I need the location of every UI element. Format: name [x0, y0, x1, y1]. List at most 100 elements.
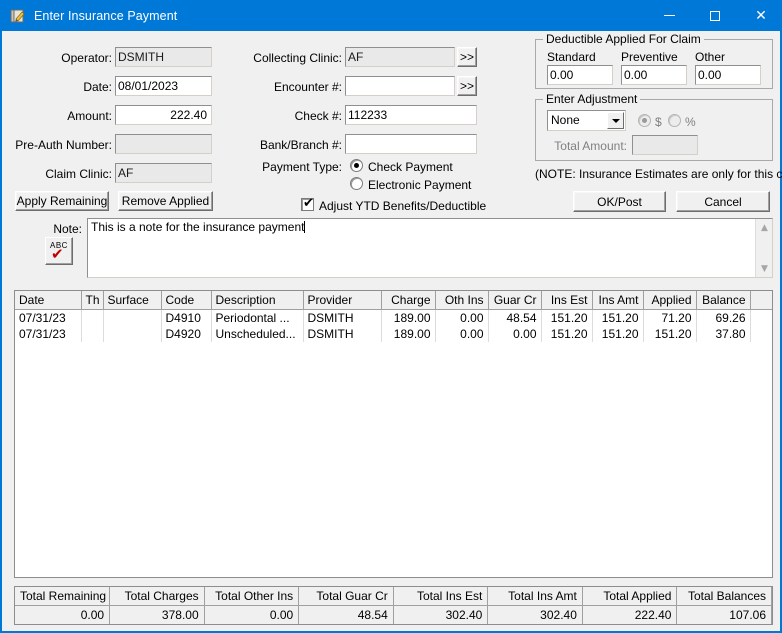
grid-cell-charge[interactable]: 189.00 — [381, 326, 435, 342]
remove-applied-button[interactable]: Remove Applied — [118, 191, 213, 211]
grid-header-th[interactable]: Th — [81, 291, 103, 310]
bank-branch-label: Bank/Branch #: — [232, 138, 342, 152]
table-row[interactable]: 07/31/23D4920Unscheduled...DSMITH189.000… — [15, 326, 773, 342]
amount-label: Amount: — [22, 109, 112, 123]
minimize-icon[interactable] — [646, 0, 692, 31]
chevron-down-icon[interactable] — [607, 112, 624, 129]
claim-procedures-grid[interactable]: DateThSurfaceCodeDescriptionProviderChar… — [14, 290, 773, 578]
grid-header-oth_ins[interactable]: Oth Ins — [435, 291, 488, 310]
grid-cell-guar_cr[interactable]: 0.00 — [488, 326, 541, 342]
grid-cell-balance[interactable]: 37.80 — [696, 326, 750, 342]
grid-cell-ins_amt[interactable]: 151.20 — [592, 326, 643, 342]
grid-header-applied[interactable]: Applied — [643, 291, 696, 310]
grid-cell-th[interactable] — [81, 310, 103, 327]
grid-cell-oth_ins[interactable]: 0.00 — [435, 326, 488, 342]
totals-bar: Total RemainingTotal ChargesTotal Other … — [14, 586, 773, 625]
grid-cell-applied[interactable]: 151.20 — [643, 326, 696, 342]
totals-header: Total Ins Est — [393, 587, 488, 606]
encounter-field[interactable] — [345, 76, 455, 96]
encounter-browse-button[interactable]: >> — [457, 76, 477, 96]
deductible-standard-field[interactable]: 0.00 — [547, 65, 613, 85]
scroll-down-icon[interactable]: ▼ — [756, 260, 773, 277]
grid-header-code[interactable]: Code — [161, 291, 211, 310]
totals-header: Total Other Ins — [204, 587, 299, 606]
bank-branch-field[interactable] — [345, 134, 477, 154]
radio-electronic-payment-label[interactable]: Electronic Payment — [368, 178, 471, 192]
scroll-up-icon[interactable]: ▲ — [756, 219, 773, 236]
apply-remaining-button[interactable]: Apply Remaining — [15, 191, 109, 211]
notepad-pencil-icon — [10, 8, 26, 24]
grid-header-balance[interactable]: Balance — [696, 291, 750, 310]
grid-header-description[interactable]: Description — [211, 291, 303, 310]
adjustment-type-value: None — [551, 113, 580, 127]
grid-cell-code[interactable]: D4920 — [161, 326, 211, 342]
radio-electronic-payment[interactable] — [350, 177, 363, 190]
cancel-button[interactable]: Cancel — [676, 191, 770, 212]
grid-cell-ins_est[interactable]: 151.20 — [541, 310, 592, 327]
adjustment-total-amount-field — [632, 135, 698, 155]
grid-header-ins_est[interactable]: Ins Est — [541, 291, 592, 310]
grid-cell-balance[interactable]: 69.26 — [696, 310, 750, 327]
totals-value: 48.54 — [299, 606, 394, 625]
table-row[interactable]: 07/31/23 D4910Periodontal ...DSMITH189.00… — [15, 310, 773, 327]
check-number-field[interactable]: 112233 — [345, 105, 477, 125]
totals-header: Total Ins Amt — [488, 587, 583, 606]
grid-header-surface[interactable]: Surface — [103, 291, 161, 310]
grid-cell-applied[interactable]: 71.20 — [643, 310, 696, 327]
maximize-icon[interactable] — [692, 0, 738, 31]
grid-cell-ins_est[interactable]: 151.20 — [541, 326, 592, 342]
deductible-standard-label: Standard — [547, 50, 596, 64]
check-mark-icon: ✔ — [51, 247, 64, 262]
totals-head: Total RemainingTotal ChargesTotal Other … — [15, 587, 772, 606]
grid-cell-th[interactable] — [81, 326, 103, 342]
grid-cell-date[interactable]: 07/31/23 — [15, 326, 81, 342]
adjustment-type-select[interactable]: None — [547, 110, 626, 131]
collecting-clinic-browse-button[interactable]: >> — [457, 47, 477, 67]
totals-header: Total Remaining — [15, 587, 110, 606]
radio-check-payment-label[interactable]: Check Payment — [368, 160, 453, 174]
deductible-other-field[interactable]: 0.00 — [695, 65, 761, 85]
radio-check-payment[interactable] — [350, 159, 363, 172]
grid-cell-charge[interactable]: 189.00 — [381, 310, 435, 327]
deductible-preventive-field[interactable]: 0.00 — [621, 65, 687, 85]
grid-cell-oth_ins[interactable]: 0.00 — [435, 310, 488, 327]
text-caret — [304, 221, 305, 233]
grid-cell-provider[interactable]: DSMITH — [303, 326, 381, 342]
adjust-ytd-checkbox[interactable]: ✔ — [301, 198, 314, 211]
grid-cell-provider[interactable]: DSMITH — [303, 310, 381, 327]
title-bar: Enter Insurance Payment ✕ — [2, 0, 782, 31]
grid-header-guar_cr[interactable]: Guar Cr — [488, 291, 541, 310]
totals-table: Total RemainingTotal ChargesTotal Other … — [15, 587, 772, 624]
totals-body: 0.00378.000.0048.54302.40302.40222.40107… — [15, 606, 772, 625]
grid-header-spacer[interactable] — [750, 291, 773, 310]
enter-insurance-payment-window: Enter Insurance Payment ✕ Operator: DSMI… — [0, 0, 782, 633]
totals-header: Total Applied — [582, 587, 677, 606]
note-scrollbar[interactable]: ▲ ▼ — [755, 219, 772, 277]
grid-cell-surface[interactable] — [103, 326, 161, 342]
deductible-other-label: Other — [695, 50, 725, 64]
totals-value: 378.00 — [110, 606, 205, 625]
spellcheck-abc-icon[interactable]: ABC ✔ — [45, 237, 73, 265]
grid-cell-description[interactable]: Periodontal ... — [211, 310, 303, 327]
amount-field[interactable]: 222.40 — [115, 105, 212, 125]
grid-header-provider[interactable]: Provider — [303, 291, 381, 310]
grid-header-charge[interactable]: Charge — [381, 291, 435, 310]
totals-header: Total Guar Cr — [299, 587, 394, 606]
ok-post-button[interactable]: OK/Post — [573, 191, 666, 212]
grid-cell-code[interactable]: D4910 — [161, 310, 211, 327]
grid-cell-surface[interactable] — [103, 310, 161, 327]
grid-cell-spacer[interactable] — [750, 310, 773, 327]
grid-header-date[interactable]: Date — [15, 291, 81, 310]
date-field[interactable]: 08/01/2023 — [115, 76, 212, 96]
grid-header-ins_amt[interactable]: Ins Amt — [592, 291, 643, 310]
operator-field: DSMITH — [115, 47, 212, 67]
close-icon[interactable]: ✕ — [738, 0, 782, 31]
note-textarea[interactable]: This is a note for the insurance payment… — [87, 218, 773, 278]
grid-cell-guar_cr[interactable]: 48.54 — [488, 310, 541, 327]
grid-cell-spacer[interactable] — [750, 326, 773, 342]
grid-cell-ins_amt[interactable]: 151.20 — [592, 310, 643, 327]
grid-cell-date[interactable]: 07/31/23 — [15, 310, 81, 327]
adjust-ytd-label[interactable]: Adjust YTD Benefits/Deductible — [319, 199, 486, 213]
grid-cell-description[interactable]: Unscheduled... — [211, 326, 303, 342]
totals-value: 107.06 — [677, 606, 772, 625]
